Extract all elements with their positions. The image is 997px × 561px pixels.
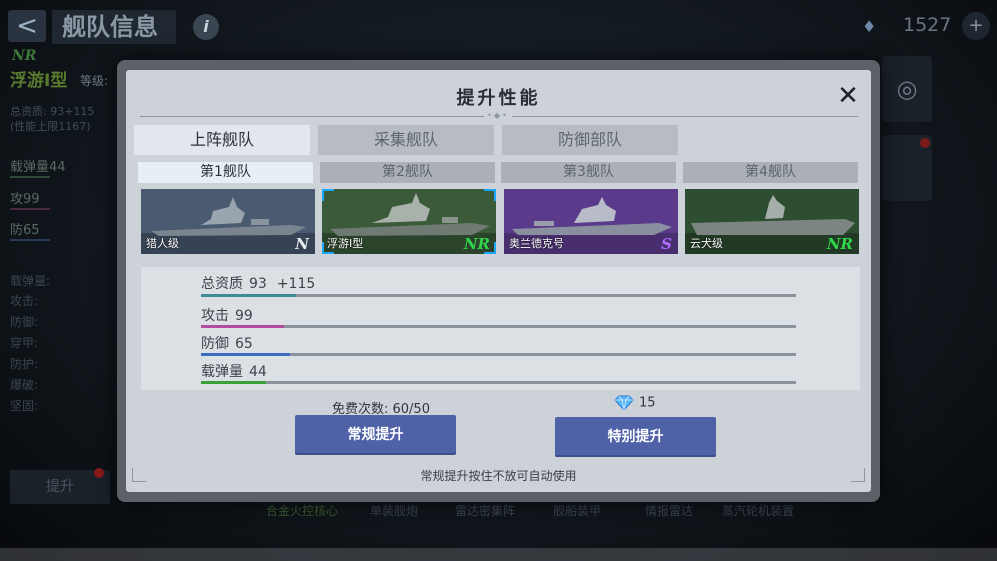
tab-active-fleet[interactable]: 上阵舰队 — [134, 125, 310, 155]
equipment-tab[interactable]: 单装舰炮 — [370, 502, 418, 519]
frame-corner — [132, 468, 146, 482]
add-currency-icon[interactable]: + — [962, 12, 990, 40]
currency-value: 1527 — [903, 14, 952, 36]
bg-stat-bar — [10, 239, 50, 241]
close-icon[interactable]: ✕ — [834, 82, 862, 110]
stat-bar — [201, 381, 796, 384]
total-quality: 总资质: 93+115 — [10, 105, 95, 118]
selection-corner — [322, 242, 334, 254]
stat-value: 99 — [235, 308, 253, 324]
stat-attack: 攻击 99 — [201, 305, 801, 328]
equipment-tab[interactable]: 雷达密集阵 — [455, 502, 515, 519]
divider-ornament: •◆• — [484, 112, 512, 120]
equipment-tab[interactable]: 蒸汽轮机装置 — [722, 502, 794, 519]
radar-icon[interactable]: ◎ — [882, 56, 932, 122]
equipment-tab[interactable]: 合金火控核心 — [266, 502, 338, 519]
level-label: 等级: — [80, 74, 109, 88]
ship-grade-badge: NR — [12, 48, 37, 64]
equipment-tab[interactable]: 舰船装甲 — [553, 502, 601, 519]
stat-value: 44 — [249, 364, 267, 380]
selection-corner — [322, 189, 334, 201]
stat-label: 总资质 — [201, 276, 243, 292]
bottom-strip — [0, 548, 997, 561]
stat-defense: 防御 65 — [201, 333, 801, 356]
ship-name: 云犬级 — [690, 237, 723, 250]
stat-ammo: 载弹量 44 — [201, 361, 801, 384]
hint-text: 常规提升按住不放可自动使用 — [420, 469, 577, 483]
ship-card-selected[interactable]: 浮游I型 NR — [322, 189, 496, 254]
diamond-icon — [614, 395, 634, 411]
tab-fleet-2[interactable]: 第2舰队 — [320, 162, 495, 183]
stat-label: 载弹量 — [201, 364, 243, 380]
attr-label: 防护: — [10, 357, 39, 371]
bg-stat-ammo: 载弹量44 — [10, 160, 66, 175]
info-icon[interactable]: i — [193, 14, 219, 40]
tab-fleet-1[interactable]: 第1舰队 — [138, 162, 313, 183]
attr-label: 坚固: — [10, 399, 39, 413]
ship-card[interactable]: 猎人级 N — [141, 189, 315, 254]
quality-cap: (性能上限1167) — [10, 120, 91, 133]
stat-total-quality: 总资质 93 +115 — [201, 273, 801, 297]
stat-bar — [201, 353, 796, 356]
attr-label: 攻击: — [10, 294, 39, 308]
bg-stat-defense: 防65 — [10, 223, 40, 238]
attr-label: 穿甲: — [10, 336, 39, 350]
notification-dot — [920, 138, 930, 148]
bg-stat-attack: 攻99 — [10, 192, 40, 207]
ship-grade: NR — [826, 235, 853, 253]
notification-dot — [94, 468, 104, 478]
bg-stat-bar — [10, 176, 50, 178]
back-icon[interactable]: < — [8, 10, 46, 42]
game-screen: < 舰队信息 i ♦ 1527 + NR 浮游I型 等级: 总资质: 93+11… — [0, 0, 997, 561]
ship-card[interactable]: 奥兰德克号 S — [504, 189, 678, 254]
stat-bar — [201, 325, 796, 328]
stat-bar-fill — [201, 325, 285, 328]
ship-name: 奥兰德克号 — [509, 237, 564, 250]
stat-bar-fill — [201, 353, 291, 356]
ship-name: 浮游I型 — [10, 71, 68, 91]
page-title: 舰队信息 — [52, 10, 176, 44]
tab-fleet-3[interactable]: 第3舰队 — [501, 162, 676, 183]
ship-card[interactable]: 云犬级 NR — [685, 189, 859, 254]
stat-bar-fill — [201, 381, 267, 384]
attr-label: 载弹量: — [10, 274, 51, 288]
selection-corner — [484, 242, 496, 254]
stat-label: 防御 — [201, 336, 229, 352]
stat-label: 攻击 — [201, 308, 229, 324]
stat-bar-fill — [201, 294, 297, 297]
selection-corner — [484, 189, 496, 201]
equipment-tab[interactable]: 情报雷达 — [645, 502, 693, 519]
stat-bonus: +115 — [276, 276, 316, 292]
normal-upgrade-button[interactable]: 常规提升 — [295, 415, 456, 455]
attr-label: 爆破: — [10, 378, 39, 392]
upgrade-modal: 提升性能 ✕ •◆• 上阵舰队 采集舰队 防御部队 第1舰队 第2舰队 第3舰队… — [126, 70, 871, 492]
modal-title: 提升性能 — [456, 88, 541, 109]
ship-grade: N — [295, 235, 309, 253]
stat-bar — [201, 294, 796, 297]
tab-gather-fleet[interactable]: 采集舰队 — [318, 125, 494, 155]
special-upgrade-button[interactable]: 特别提升 — [555, 417, 716, 457]
frame-corner — [851, 468, 865, 482]
ship-grade: S — [661, 235, 672, 253]
stats-panel: 总资质 93 +115 攻击 99 防御 65 载弹量 44 — [141, 267, 860, 390]
cost-value: 15 — [639, 395, 656, 411]
stat-value: 93 — [249, 276, 267, 292]
special-cost: 15 — [613, 395, 656, 411]
gem-icon: ♦ — [862, 17, 877, 36]
tab-fleet-4[interactable]: 第4舰队 — [683, 162, 858, 183]
attr-label: 防御: — [10, 315, 39, 329]
tab-defense-force[interactable]: 防御部队 — [502, 125, 678, 155]
bg-stat-bar — [10, 208, 50, 210]
stat-value: 65 — [235, 336, 253, 352]
ship-name: 猎人级 — [146, 237, 179, 250]
